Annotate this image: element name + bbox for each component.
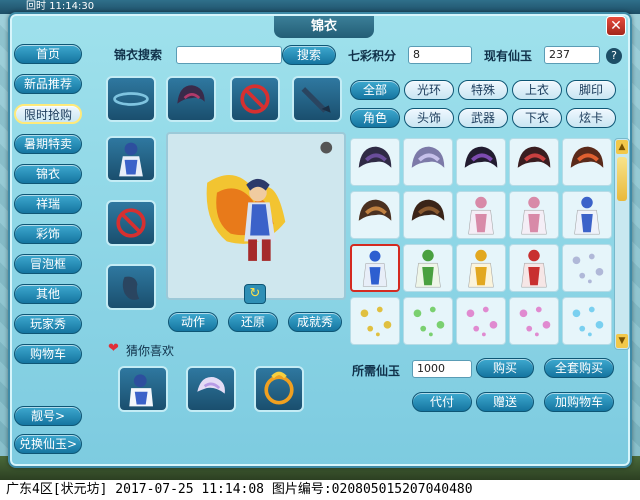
pay-for-button[interactable]: 代付 xyxy=(412,392,472,412)
rotate-icon[interactable]: ↻ xyxy=(244,284,266,304)
sidebar-item[interactable]: 冒泡框 xyxy=(14,254,82,274)
costume-shop-window: 锦衣 ✕ 首页 新品推荐 限时抢购 暑期特卖 锦衣 祥瑞 彩饰 冒泡框 其他 玩家秀 购物车 锦衣搜… xyxy=(8,12,632,468)
window-title: 锦衣 xyxy=(274,16,374,38)
item-cell[interactable] xyxy=(562,244,612,292)
scroll-down-icon[interactable]: ▼ xyxy=(616,334,628,348)
search-label: 锦衣搜索 xyxy=(114,48,163,62)
item-cell[interactable] xyxy=(403,138,453,186)
add-cart-button[interactable]: 加购物车 xyxy=(544,392,614,412)
item-scrollbar[interactable]: ▲ ▼ xyxy=(614,138,630,350)
category-tab[interactable]: 头饰 xyxy=(404,108,454,128)
screenshot-footer: 广东4区[状元坊] 2017-07-25 11:14:08 图片编号:02080… xyxy=(0,480,640,500)
category-tab[interactable]: 脚印 xyxy=(566,80,616,100)
item-cell[interactable] xyxy=(403,244,453,292)
sidebar-item[interactable]: 锦衣 xyxy=(14,164,82,184)
sidebar-item[interactable]: 其他 xyxy=(14,284,82,304)
item-cell[interactable] xyxy=(509,138,559,186)
category-tab[interactable]: 下衣 xyxy=(512,108,562,128)
price-value: 1000 xyxy=(412,360,472,378)
item-cell[interactable] xyxy=(509,297,559,345)
item-cell[interactable] xyxy=(562,138,612,186)
sidebar-item[interactable]: 玩家秀 xyxy=(14,314,82,334)
slot-weapon[interactable] xyxy=(292,76,342,122)
character-preview xyxy=(166,132,346,300)
sidebar-bottom-button[interactable]: 靓号> xyxy=(14,406,82,426)
sidebar-item[interactable]: 购物车 xyxy=(14,344,82,364)
item-cell[interactable] xyxy=(456,138,506,186)
item-cell[interactable] xyxy=(350,244,400,292)
slot-character[interactable] xyxy=(106,136,156,182)
item-cell[interactable] xyxy=(350,191,400,239)
help-icon[interactable]: ? xyxy=(606,48,622,64)
slot-headwear[interactable] xyxy=(166,76,216,122)
user-icon[interactable] xyxy=(324,140,338,154)
jade-label: 现有仙玉 xyxy=(484,49,533,63)
preview-action-button[interactable]: 还原 xyxy=(228,312,278,332)
category-tab[interactable]: 全部 xyxy=(350,80,400,100)
item-cell[interactable] xyxy=(509,191,559,239)
item-cell[interactable] xyxy=(403,191,453,239)
recommend-item-2[interactable] xyxy=(186,366,236,412)
sidebar-item[interactable]: 暑期特卖 xyxy=(14,134,82,154)
points-label: 七彩积分 xyxy=(348,49,397,63)
buy-all-button[interactable]: 全套购买 xyxy=(544,358,614,378)
item-cell[interactable] xyxy=(562,191,612,239)
item-cell[interactable] xyxy=(456,244,506,292)
category-tab[interactable]: 炫卡 xyxy=(566,108,616,128)
recommend-item-1[interactable] xyxy=(118,366,168,412)
item-cell[interactable] xyxy=(350,138,400,186)
slot-halo[interactable] xyxy=(106,76,156,122)
search-button[interactable]: 搜索 xyxy=(282,45,336,65)
item-cell[interactable] xyxy=(562,297,612,345)
item-cell[interactable] xyxy=(509,244,559,292)
category-tab[interactable]: 上衣 xyxy=(512,80,562,100)
recommend-item-3[interactable] xyxy=(254,366,304,412)
slot-empty[interactable] xyxy=(230,76,280,122)
category-tab[interactable]: 武器 xyxy=(458,108,508,128)
price-label: 所需仙玉 xyxy=(352,364,401,378)
points-value: 8 xyxy=(408,46,472,64)
item-cell[interactable] xyxy=(350,297,400,345)
category-tab[interactable]: 特殊 xyxy=(458,80,508,100)
sidebar-item[interactable]: 彩饰 xyxy=(14,224,82,244)
item-cell[interactable] xyxy=(456,297,506,345)
slot-footprint[interactable] xyxy=(106,264,156,310)
gift-button[interactable]: 赠送 xyxy=(476,392,534,412)
search-input[interactable] xyxy=(176,46,282,64)
preview-action-button[interactable]: 成就秀 xyxy=(288,312,342,332)
category-tab[interactable]: 角色 xyxy=(350,108,400,128)
item-grid xyxy=(350,138,614,350)
scroll-thumb[interactable] xyxy=(617,157,627,201)
slot-empty-2[interactable] xyxy=(106,200,156,246)
buy-button[interactable]: 购买 xyxy=(476,358,534,378)
item-cell[interactable] xyxy=(403,297,453,345)
preview-action-button[interactable]: 动作 xyxy=(168,312,218,332)
category-tab[interactable]: 光环 xyxy=(404,80,454,100)
sidebar-item[interactable]: 祥瑞 xyxy=(14,194,82,214)
sidebar-item[interactable]: 限时抢购 xyxy=(14,104,82,124)
heart-icon: ❤ xyxy=(108,341,119,356)
sidebar-bottom-button[interactable]: 兑换仙玉> xyxy=(14,434,82,454)
sidebar-item[interactable]: 首页 xyxy=(14,44,82,64)
jade-value: 237 xyxy=(544,46,600,64)
sidebar-item[interactable]: 新品推荐 xyxy=(14,74,82,94)
recommend-label: 猜你喜欢 xyxy=(126,344,175,358)
item-cell[interactable] xyxy=(456,191,506,239)
scroll-up-icon[interactable]: ▲ xyxy=(616,140,628,154)
close-button[interactable]: ✕ xyxy=(606,16,626,36)
